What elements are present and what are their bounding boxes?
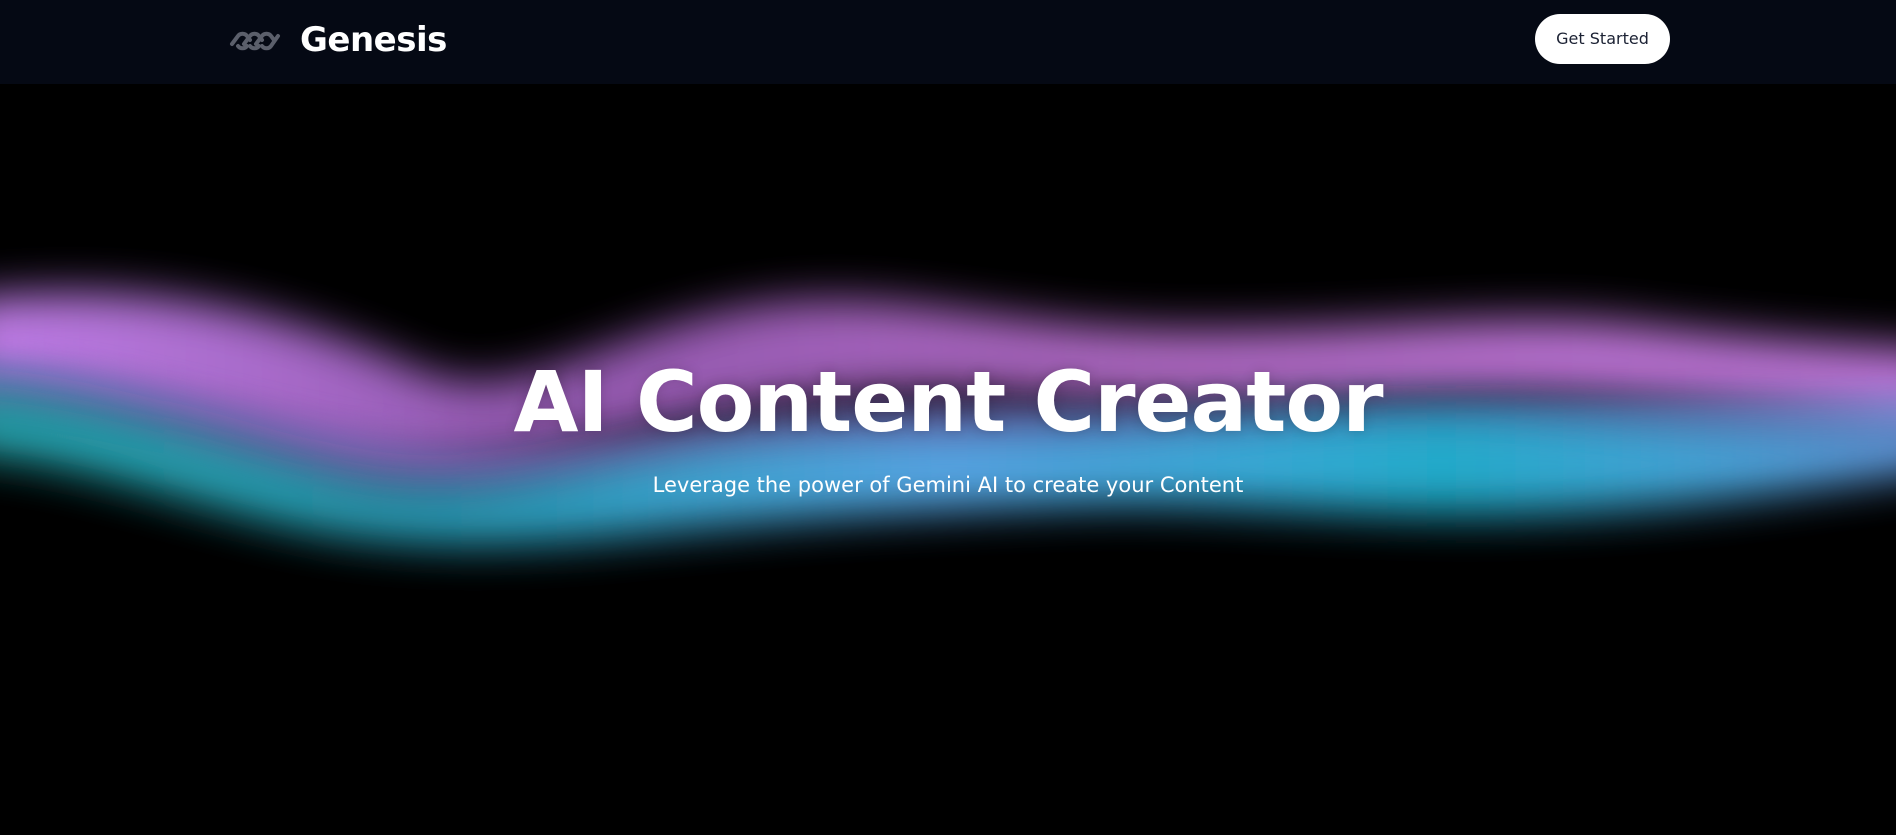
hero-section: AI Content Creator Leverage the power of…: [0, 352, 1896, 500]
top-navbar: Genesis Get Started: [0, 0, 1896, 84]
hero-subtitle: Leverage the power of Gemini AI to creat…: [652, 473, 1244, 497]
hero-title: AI Content Creator: [513, 353, 1383, 451]
brand[interactable]: Genesis: [228, 18, 447, 62]
get-started-button[interactable]: Get Started: [1535, 14, 1670, 64]
landing-page: Genesis Get Started AI Content Creator L…: [0, 0, 1896, 835]
infinity-link-icon: [230, 31, 280, 51]
brand-name: Genesis: [300, 20, 447, 60]
